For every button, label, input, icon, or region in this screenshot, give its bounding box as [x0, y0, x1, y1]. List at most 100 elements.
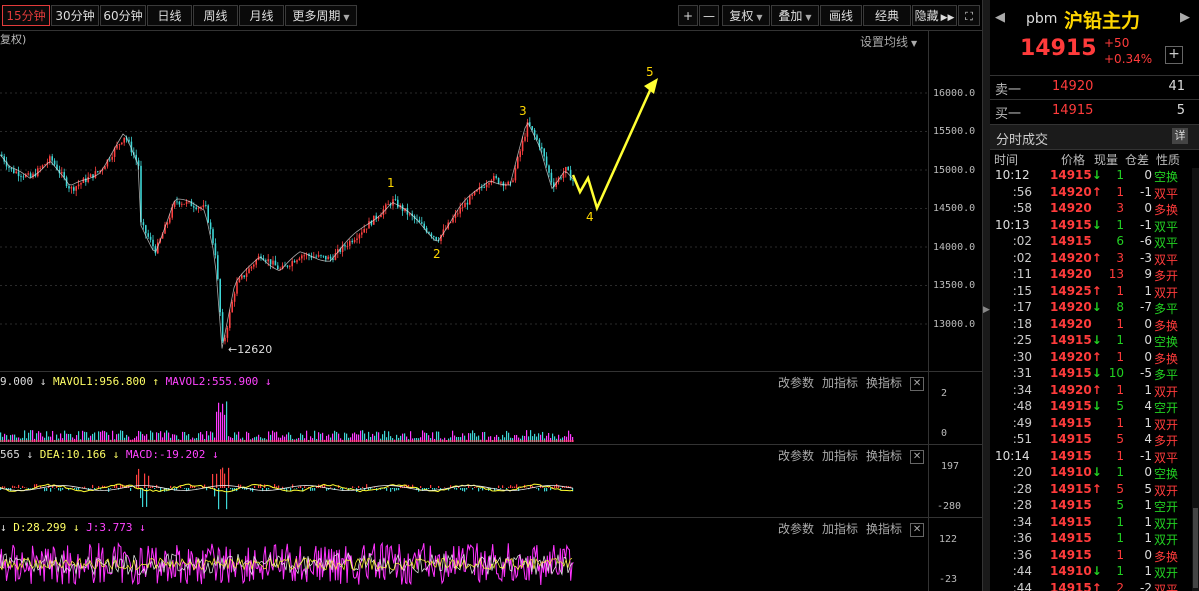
macd-bar — [242, 488, 244, 490]
switch-indicator-button[interactable]: 换指标 — [866, 522, 902, 536]
switch-indicator-button[interactable]: 换指标 — [866, 376, 902, 390]
add-indicator-button[interactable]: 加指标 — [822, 376, 858, 390]
candle-body — [193, 206, 195, 208]
period-60min-button[interactable]: 60分钟 — [100, 5, 146, 26]
macd-bar — [340, 488, 342, 489]
volume-bar — [560, 438, 562, 442]
trade-time: :31 — [1012, 366, 1032, 380]
trade-nature: 空换 — [1154, 170, 1179, 184]
kdj-tick: 122 — [939, 534, 958, 545]
candle-body — [154, 246, 157, 254]
period-30min-button[interactable]: 30分钟 — [51, 5, 99, 26]
trade-time: :44 — [1012, 564, 1032, 578]
macd-bar — [50, 488, 52, 492]
price-tick: 14500.0 — [933, 203, 976, 214]
scrollbar-thumb[interactable] — [1193, 508, 1198, 588]
candle-body — [212, 229, 214, 244]
close-icon[interactable]: ✕ — [910, 376, 925, 391]
volume-bar — [246, 431, 248, 442]
candle-body — [471, 194, 473, 196]
ma-settings-link[interactable]: 设置均线 ▼ — [860, 33, 917, 50]
candle-body — [248, 268, 250, 274]
quote-header: ◀ pbm 沪铅主力 ▶ — [990, 8, 1199, 32]
candle-body — [121, 142, 123, 145]
next-contract-icon[interactable]: ▶ — [1180, 10, 1190, 25]
rights-restore-dropdown[interactable]: 复权 ▼ — [722, 5, 770, 26]
hide-button[interactable]: 隐藏 ▶▶ — [912, 5, 957, 26]
candle-body — [17, 171, 20, 177]
candle-body — [149, 236, 152, 240]
trade-oi: 0 — [1144, 168, 1152, 182]
candle-body — [485, 184, 488, 188]
edit-params-button[interactable]: 改参数 — [778, 376, 814, 390]
period-weekly-button[interactable]: 周线 — [193, 5, 238, 26]
trade-volume: 13 — [1108, 267, 1124, 281]
classic-button[interactable]: 经典 — [863, 5, 911, 26]
ticks-scrollbar[interactable] — [1192, 168, 1199, 591]
candle-body — [301, 255, 303, 259]
last-price: 14915 — [1020, 36, 1097, 61]
trade-oi: -2 — [1140, 580, 1152, 591]
add-indicator-button[interactable]: 加指标 — [822, 449, 858, 463]
volume-bar — [388, 431, 390, 442]
candle-body — [147, 233, 149, 237]
collapse-arrow-icon[interactable]: ▶ — [983, 305, 990, 315]
col-oi: 仓差 — [1125, 153, 1150, 167]
candle-body — [272, 260, 274, 265]
candle-body — [142, 222, 145, 226]
detail-button[interactable]: 详 — [1172, 128, 1188, 144]
macd-bar — [392, 488, 394, 490]
wave-label-5: 5 — [646, 65, 654, 79]
overlay-label: 叠加 — [778, 9, 803, 23]
more-periods-dropdown[interactable]: 更多周期 ▼ — [285, 5, 357, 26]
candle-body — [567, 167, 569, 171]
candle-body — [296, 260, 298, 263]
trade-row: :31 14915↓ 10 -5 多平 — [990, 366, 1190, 383]
fullscreen-button[interactable]: ⛶ — [958, 5, 980, 26]
trade-time: :34 — [1012, 382, 1032, 397]
period-monthly-button[interactable]: 月线 — [239, 5, 284, 26]
macd-bar — [16, 487, 18, 488]
zoom-in-button[interactable]: + — [678, 5, 698, 26]
price-tick: 15000.0 — [933, 165, 976, 176]
trade-volume: 1 — [1116, 448, 1124, 463]
overlay-dropdown[interactable]: 叠加 ▼ — [771, 5, 819, 26]
trade-time: 10:13 — [995, 217, 1030, 232]
candle-body — [219, 279, 221, 313]
close-icon[interactable]: ✕ — [910, 522, 925, 537]
bid-label: 买一 — [995, 107, 1022, 122]
period-15min-button[interactable]: 15分钟 — [2, 5, 50, 26]
trade-row: :28 14915 5 1 空开 — [990, 498, 1190, 515]
trade-volume: 6 — [1116, 234, 1124, 248]
macd-bar — [94, 488, 96, 490]
trade-row: :49 14915 1 1 双开 — [990, 416, 1190, 433]
rights-label: 复权) — [0, 33, 27, 46]
period-daily-button[interactable]: 日线 — [147, 5, 192, 26]
zoom-out-button[interactable]: — — [699, 5, 719, 26]
trade-row: :34 14915 1 1 双开 — [990, 515, 1190, 532]
trade-time: :02 — [1012, 234, 1032, 248]
add-watchlist-icon[interactable]: + — [1165, 46, 1183, 64]
macd-bar — [444, 487, 446, 488]
macd-bar — [58, 488, 60, 491]
candle-body — [253, 264, 255, 267]
candlestick-chart[interactable] — [0, 50, 928, 370]
trade-nature: 双平 — [1154, 219, 1179, 234]
add-indicator-button[interactable]: 加指标 — [822, 522, 858, 536]
prev-contract-icon[interactable]: ◀ — [995, 10, 1005, 25]
candle-body — [77, 184, 80, 187]
candle-body — [217, 255, 219, 280]
kdj-axis: 122 -23 — [928, 518, 983, 591]
ask-row: 卖一 14920 41 — [990, 79, 1199, 98]
double-arrow-right-icon: ▶▶ — [940, 13, 955, 23]
edit-params-button[interactable]: 改参数 — [778, 522, 814, 536]
switch-indicator-button[interactable]: 换指标 — [866, 449, 902, 463]
candle-body — [397, 199, 399, 208]
volume-indicator-buttons: 改参数 加指标 换指标 ✕ — [770, 374, 925, 391]
trade-oi: 9 — [1144, 267, 1152, 281]
edit-params-button[interactable]: 改参数 — [778, 449, 814, 463]
candle-body — [289, 266, 291, 268]
macd-bar — [20, 488, 22, 490]
draw-line-button[interactable]: 画线 — [820, 5, 862, 26]
candle-body — [459, 207, 461, 214]
